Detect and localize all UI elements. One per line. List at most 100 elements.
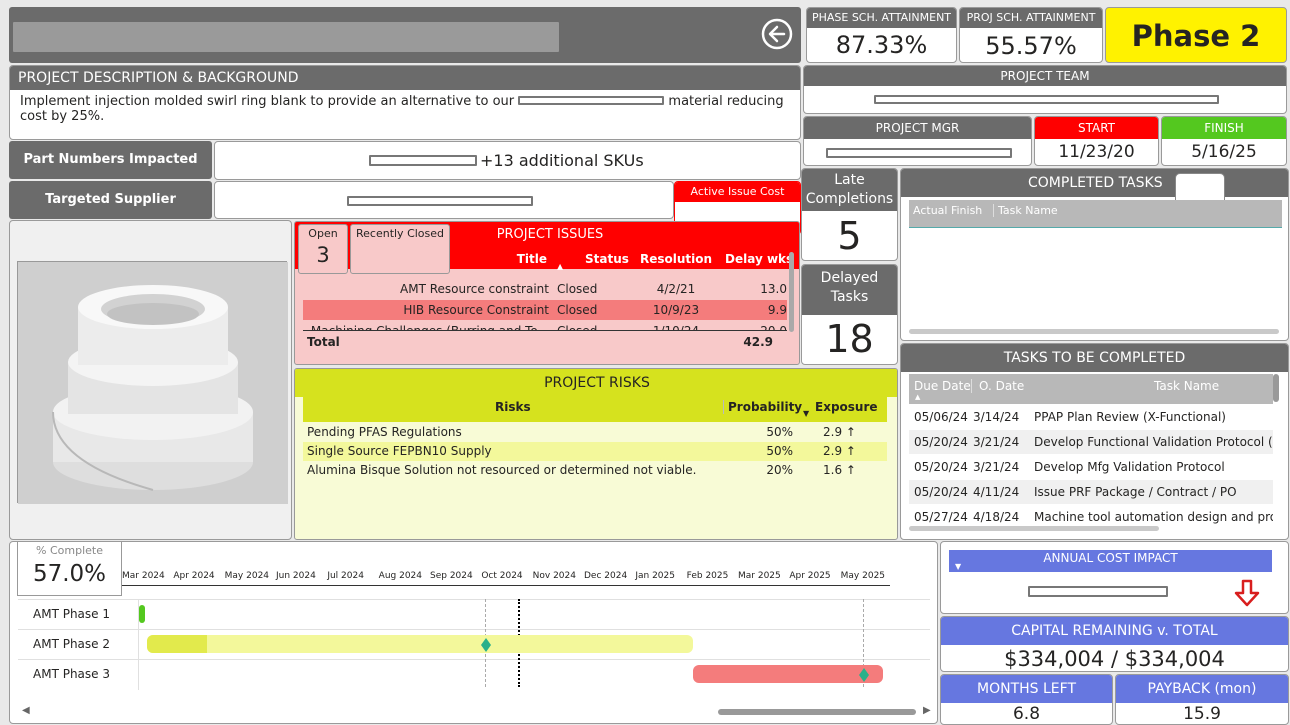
- issues-col-title[interactable]: Title: [495, 252, 547, 266]
- capital-card: CAPITAL REMAINING v. TOTAL $334,004 / $3…: [940, 616, 1289, 672]
- redacted-title: [13, 22, 559, 52]
- gantt-scroll-right-icon[interactable]: ▶: [923, 705, 931, 716]
- completed-col-actual-finish[interactable]: Actual Finish: [913, 204, 982, 217]
- gantt-scroll-left-icon[interactable]: ◀: [22, 705, 30, 716]
- product-image: [17, 261, 288, 504]
- red-down-arrow-icon: [1232, 579, 1262, 607]
- gantt-axis-line: [120, 585, 890, 586]
- gantt-row-label: AMT Phase 1: [33, 607, 110, 621]
- risk-row[interactable]: Single Source FEPBN10 Supply 50% 2.9 ↑: [303, 442, 887, 461]
- issues-scrollbar[interactable]: [789, 252, 794, 332]
- issues-col-resolution[interactable]: Resolution: [640, 252, 712, 266]
- task-row[interactable]: 05/06/24 3/14/24 PPAP Plan Review (X-Funct…: [909, 405, 1273, 429]
- risks-col-probability[interactable]: Probability: [723, 400, 802, 414]
- task-original-date: 4/11/24: [973, 485, 1020, 499]
- description-text: Implement injection molded swirl ring bl…: [20, 94, 784, 124]
- months-left-card: MONTHS LEFT 6.8: [940, 674, 1113, 725]
- task-name: PPAP Plan Review (X-Functional): [1034, 410, 1226, 424]
- task-name: Issue PRF Package / Contract / PO: [1034, 485, 1237, 499]
- task-row[interactable]: 05/20/24 4/11/24 Issue PRF Package / Contr…: [909, 480, 1273, 504]
- issue-status: Closed: [557, 282, 598, 296]
- todo-col-due[interactable]: Due Date: [914, 379, 971, 393]
- active-issue-cost-label: Active Issue Cost: [675, 182, 800, 202]
- todo-col-task[interactable]: Task Name: [1154, 379, 1219, 393]
- tasks-todo-hscroll[interactable]: [909, 526, 1159, 531]
- issues-col-delay[interactable]: Delay wks: [725, 252, 793, 266]
- issues-total-label: Total: [307, 335, 340, 349]
- back-arrow-circle-icon[interactable]: [761, 18, 793, 50]
- redacted-part-number: [369, 155, 477, 166]
- redacted-supplier: [347, 196, 533, 206]
- issue-title: AMT Resource constraint: [400, 282, 549, 296]
- milestone-diamond-icon[interactable]: [481, 637, 491, 652]
- gantt-month-label: May 2025: [840, 571, 886, 581]
- risk-row[interactable]: Pending PFAS Regulations 50% 2.9 ↑: [303, 423, 887, 442]
- issues-total-row: Total 42.9: [303, 330, 787, 352]
- issue-row[interactable]: AMT Resource constraint Closed 4/2/21 13.0: [303, 279, 787, 299]
- tasks-todo-rows: 05/06/24 3/14/24 PPAP Plan Review (X-Funct…: [909, 405, 1273, 525]
- gantt-month-label: Mar 2025: [738, 571, 781, 581]
- task-row[interactable]: 05/27/24 4/18/24 Machine tool automation d…: [909, 505, 1273, 525]
- open-issues-label: Open: [308, 227, 338, 240]
- redacted-mgr: [826, 148, 1012, 158]
- task-due-date: 05/20/24: [914, 435, 968, 449]
- task-name: Develop Functional Validation Protocol (…: [1034, 435, 1273, 449]
- completed-col-task-name[interactable]: Task Name: [993, 204, 1058, 217]
- risk-title: Alumina Bisque Solution not resourced or…: [307, 463, 697, 477]
- late-card: Late Completions 5: [801, 168, 898, 261]
- description-card: PROJECT DESCRIPTION & BACKGROUND Impleme…: [9, 65, 801, 140]
- capital-label: CAPITAL REMAINING v. TOTAL: [941, 617, 1288, 645]
- open-issues-tile[interactable]: Open 3: [298, 224, 348, 274]
- phase-schedule-label: PHASE SCH. ATTAINMENT: [807, 8, 956, 28]
- sort-asc-icon: ▲: [557, 262, 564, 271]
- tasks-todo-vscroll[interactable]: [1273, 374, 1279, 402]
- task-original-date: 3/21/24: [973, 435, 1020, 449]
- risks-heading: PROJECT RISKS: [295, 369, 897, 397]
- supplier-label: Targeted Supplier: [9, 181, 212, 219]
- issues-col-status[interactable]: Status: [585, 252, 629, 266]
- redacted-team: [874, 95, 1219, 104]
- phase-value: Phase 2: [1131, 19, 1261, 53]
- open-issues-value: 3: [316, 243, 330, 267]
- sort-asc-icon: ▲: [915, 393, 921, 401]
- gantt-bar-phase1[interactable]: [139, 605, 145, 623]
- risk-title: Single Source FEPBN10 Supply: [307, 444, 492, 458]
- issue-row[interactable]: HIB Resource Constraint Closed 10/9/23 9.9: [303, 300, 787, 320]
- gantt-month-label: Apr 2024: [173, 571, 215, 581]
- finish-label: FINISH: [1162, 117, 1286, 139]
- sort-desc-icon: ▼: [803, 409, 810, 418]
- redacted-text: [518, 96, 665, 105]
- issues-panel: Open 3 Recently Closed PROJECT ISSUES Ti…: [294, 221, 800, 365]
- risks-panel: PROJECT RISKS Risks Probability ▼ Exposu…: [294, 368, 898, 540]
- completed-tasks-table-header: Actual Finish Task Name: [909, 200, 1282, 228]
- todo-col-odate[interactable]: O. Date: [971, 379, 1024, 393]
- gantt-scrollbar[interactable]: [718, 709, 916, 715]
- phase-schedule-value: 87.33%: [835, 31, 928, 59]
- risk-exposure: 2.9 ↑: [823, 425, 856, 439]
- recently-closed-tile[interactable]: Recently Closed: [350, 224, 450, 274]
- part-numbers-value: +13 additional SKUs: [480, 151, 644, 170]
- risks-col-exposure[interactable]: Exposure: [815, 400, 878, 414]
- task-original-date: 4/18/24: [973, 510, 1020, 524]
- task-row[interactable]: 05/20/24 3/21/24 Develop Functional Valida…: [909, 430, 1273, 454]
- milestone-diamond-icon[interactable]: [859, 667, 869, 682]
- gantt-month-label: Nov 2024: [532, 571, 576, 581]
- risks-table-header: Risks Probability ▼ Exposure: [303, 397, 887, 422]
- issue-status: Closed: [557, 303, 598, 317]
- finish-value: 5/16/25: [1191, 142, 1257, 162]
- gantt-bar-phase3[interactable]: [693, 665, 883, 683]
- title-bar: [9, 7, 801, 63]
- project-schedule-card: PROJ SCH. ATTAINMENT 55.57%: [959, 7, 1103, 63]
- issues-heading: PROJECT ISSUES: [496, 227, 604, 242]
- tasks-todo-card: TASKS TO BE COMPLETED Due Date ▲ O. Date…: [900, 343, 1289, 540]
- gantt-bar-phase2[interactable]: [147, 635, 693, 653]
- completed-tasks-scrollbar[interactable]: [909, 329, 1279, 334]
- task-row[interactable]: 05/20/24 3/21/24 Develop Mfg Validation Pr…: [909, 455, 1273, 479]
- recently-closed-label: Recently Closed: [355, 227, 445, 240]
- chevron-down-icon[interactable]: ▼: [955, 562, 961, 571]
- risk-row[interactable]: Alumina Bisque Solution not resourced or…: [303, 461, 887, 480]
- gantt-month-label: Sep 2024: [430, 571, 473, 581]
- risks-col-risks[interactable]: Risks: [495, 400, 531, 414]
- late-header: Late Completions: [802, 169, 897, 211]
- risk-exposure: 2.9 ↑: [823, 444, 856, 458]
